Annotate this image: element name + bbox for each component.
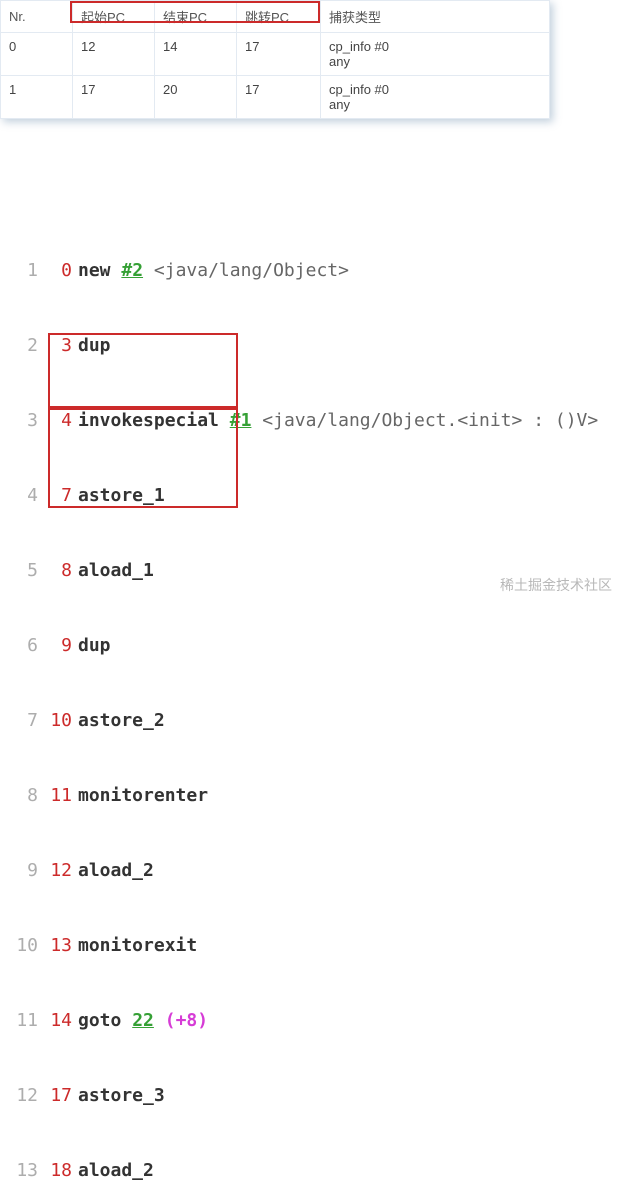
code-line[interactable]: 811monitorenter [10,783,622,808]
code-line[interactable]: 1114goto 22 (+8) [10,1008,622,1033]
jump-offset: (+8) [165,1010,208,1031]
col-end-pc: 结束PC [155,1,237,33]
code-line[interactable]: 47astore_1 [10,483,622,508]
code-line[interactable]: 23dup [10,333,622,358]
cell-nr: 1 [1,76,73,119]
cell-jump: 17 [237,33,321,76]
code-line[interactable]: 1013monitorexit [10,933,622,958]
table-row[interactable]: 1 17 20 17 cp_info #0any [1,76,550,119]
cell-start: 12 [73,33,155,76]
cell-nr: 0 [1,33,73,76]
jump-target[interactable]: 22 [132,1010,154,1031]
cell-type: cp_info #0any [321,33,550,76]
instruction: new #2 <java/lang/Object> [78,258,349,283]
code-line[interactable]: 10new #2 <java/lang/Object> [10,258,622,283]
code-line[interactable]: 34invokespecial #1 <java/lang/Object.<in… [10,408,622,433]
col-nr: Nr. [1,1,73,33]
cp-ref[interactable]: #1 [230,410,252,431]
cell-type: cp_info #0any [321,76,550,119]
col-catch-type: 捕获类型 [321,1,550,33]
col-jump-pc: 跳转PC [237,1,321,33]
code-line[interactable]: 1217astore_3 [10,1083,622,1108]
code-line[interactable]: 912aload_2 [10,858,622,883]
watermark: 稀土掘金技术社区 [500,575,612,595]
cell-jump: 17 [237,76,321,119]
code-line[interactable]: 69dup [10,633,622,658]
code-line[interactable]: 710astore_2 [10,708,622,733]
exception-table: Nr. 起始PC 结束PC 跳转PC 捕获类型 0 12 14 17 cp_in… [0,0,550,119]
pc-value: 0 [44,258,78,283]
col-start-pc: 起始PC [73,1,155,33]
line-number: 1 [10,258,44,283]
bytecode-listing: 10new #2 <java/lang/Object> 23dup 34invo… [10,133,622,1202]
cell-end: 14 [155,33,237,76]
cell-start: 17 [73,76,155,119]
cp-ref[interactable]: #2 [121,260,143,281]
cell-end: 20 [155,76,237,119]
code-line[interactable]: 1318aload_2 [10,1158,622,1183]
table-row[interactable]: 0 12 14 17 cp_info #0any [1,33,550,76]
